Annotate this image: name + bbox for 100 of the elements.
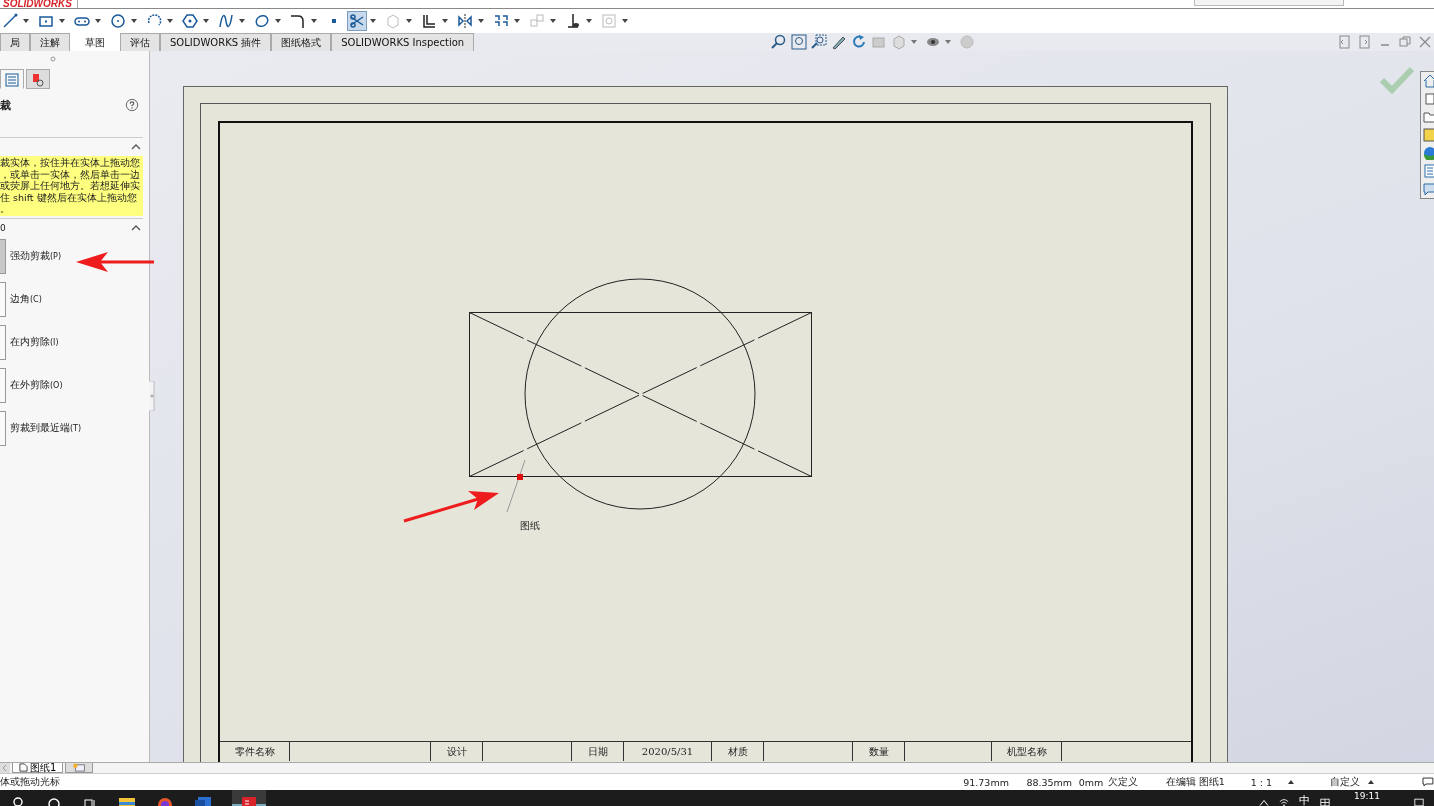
caret-icon[interactable] <box>239 19 245 23</box>
collapse-icon[interactable] <box>131 224 141 231</box>
wifi-icon[interactable] <box>1279 797 1290 806</box>
caret-icon[interactable] <box>406 19 412 23</box>
tile-left-icon[interactable] <box>1338 35 1352 49</box>
keyboard-icon[interactable] <box>1320 797 1331 806</box>
input-method-text[interactable]: 中 <box>1299 792 1311 806</box>
comment-icon[interactable] <box>1422 777 1434 787</box>
caret-up-icon[interactable] <box>1288 780 1295 784</box>
grip-icon[interactable] <box>50 56 56 62</box>
line-icon <box>2 13 18 29</box>
caret-icon[interactable] <box>550 19 556 23</box>
option-label[interactable]: 在外剪除(O) <box>10 378 63 392</box>
mirror-icon <box>457 13 473 29</box>
option-button[interactable] <box>0 367 6 403</box>
status-text: 91.73mm <box>963 776 1010 788</box>
option-label[interactable]: 剪裁到最近端(T) <box>10 421 82 435</box>
pattern-icon <box>493 13 509 29</box>
status-text[interactable]: 自定义 <box>1330 775 1361 789</box>
option-button[interactable] <box>0 410 6 446</box>
ribbon-tab[interactable]: 局 <box>0 33 30 51</box>
panel-title: 裁 <box>0 97 11 113</box>
tool-button[interactable] <box>455 11 475 31</box>
caret-icon[interactable] <box>95 19 101 23</box>
option-button[interactable] <box>0 281 6 317</box>
caret-icon[interactable] <box>275 19 281 23</box>
properties-icon <box>30 72 46 88</box>
tool-button[interactable] <box>108 11 128 31</box>
comment-icon[interactable] <box>1423 182 1434 196</box>
ribbon-tab[interactable]: 注解 <box>30 33 70 51</box>
status-text: 欠定义 <box>1108 775 1140 789</box>
zoom-fit-icon[interactable] <box>791 34 808 50</box>
option-label[interactable]: 在内剪除(I) <box>10 335 59 349</box>
circle-icon <box>110 13 126 29</box>
option-button[interactable] <box>0 238 6 274</box>
sheet-label: 图纸 <box>520 519 540 533</box>
caret-icon[interactable] <box>514 19 520 23</box>
collapse-icon[interactable] <box>131 144 141 150</box>
tool-button[interactable] <box>180 11 200 31</box>
globe-icon[interactable] <box>1423 146 1434 160</box>
caret-icon[interactable] <box>167 19 173 23</box>
offset-icon <box>421 13 437 29</box>
option-label[interactable]: 边角(C) <box>10 292 42 306</box>
leader-line <box>506 459 526 513</box>
confirm-check-icon[interactable] <box>1380 66 1414 94</box>
panel-tab[interactable] <box>26 69 50 89</box>
ribbon-tab[interactable]: 图纸格式 <box>271 33 332 51</box>
option-button[interactable] <box>0 324 6 360</box>
caret-icon[interactable] <box>203 19 209 23</box>
caret-up-icon[interactable] <box>1368 780 1375 784</box>
title-block-cell: 零件名称 <box>220 742 290 761</box>
help-icon[interactable] <box>125 98 139 112</box>
option-label[interactable]: 强劲剪裁(P) <box>10 249 62 263</box>
caret-icon[interactable] <box>311 19 317 23</box>
status-text[interactable]: 1 : 1 <box>1250 776 1281 788</box>
sketch-repair-icon <box>601 13 617 29</box>
zoom-search-icon[interactable] <box>771 34 788 50</box>
title-block-cell: 数量 <box>853 742 905 761</box>
tile-right-icon[interactable] <box>1358 35 1372 49</box>
notification-icon[interactable] <box>1414 797 1424 806</box>
trim-icon <box>349 13 365 29</box>
zoom-area-icon[interactable] <box>811 34 828 50</box>
ribbon-tab[interactable]: 草图 <box>70 33 120 51</box>
fillet-icon <box>290 13 306 29</box>
caret-icon[interactable] <box>622 19 628 23</box>
search-field[interactable] <box>1194 0 1344 6</box>
rectangle-icon <box>38 13 54 29</box>
ribbon-tab[interactable]: SOLIDWORKS Inspection <box>331 33 475 51</box>
close-icon[interactable] <box>1418 35 1432 49</box>
caret-icon[interactable] <box>131 19 137 23</box>
caret-icon[interactable] <box>586 19 592 23</box>
home-icon[interactable] <box>1423 74 1434 88</box>
message-text: 。 <box>0 203 11 215</box>
message-text: ，或单击一实体，然后单击一边 <box>0 168 141 180</box>
ribbon-tab[interactable]: SOLIDWORKS 插件 <box>160 33 272 51</box>
ribbon-tab[interactable]: 评估 <box>120 33 160 51</box>
status-text: 0mm <box>1078 776 1105 788</box>
caret-icon[interactable] <box>442 19 448 23</box>
status-text: 88.35mm <box>1026 776 1074 788</box>
parts-icon[interactable] <box>1423 92 1434 106</box>
caret-up-icon[interactable] <box>1259 797 1270 806</box>
ellipse-icon <box>254 13 270 29</box>
message-text: 裁实体，按住并在实体上拖动您 <box>0 157 141 169</box>
title-block-cell: 设计 <box>431 742 483 761</box>
caret-icon[interactable] <box>23 19 29 23</box>
app-logo: SOLIDWORKS <box>0 0 78 8</box>
rotate-icon[interactable] <box>851 34 868 50</box>
add-sheet-button[interactable] <box>65 763 94 773</box>
caret-icon[interactable] <box>59 19 65 23</box>
clock-text[interactable]: 19:11 <box>1354 791 1380 801</box>
status-text: 体或拖动光标 <box>0 775 61 789</box>
title-block-cell: 材质 <box>712 742 764 761</box>
hexagon-icon <box>182 13 198 29</box>
title-block-cell: 日期 <box>572 742 624 761</box>
taskbar-app[interactable] <box>232 790 266 806</box>
caret-icon[interactable] <box>478 19 484 23</box>
spline-icon <box>218 13 234 29</box>
caret-icon[interactable] <box>370 19 376 23</box>
title-block-cell: 机型名称 <box>992 742 1062 761</box>
list-icon <box>4 72 20 88</box>
